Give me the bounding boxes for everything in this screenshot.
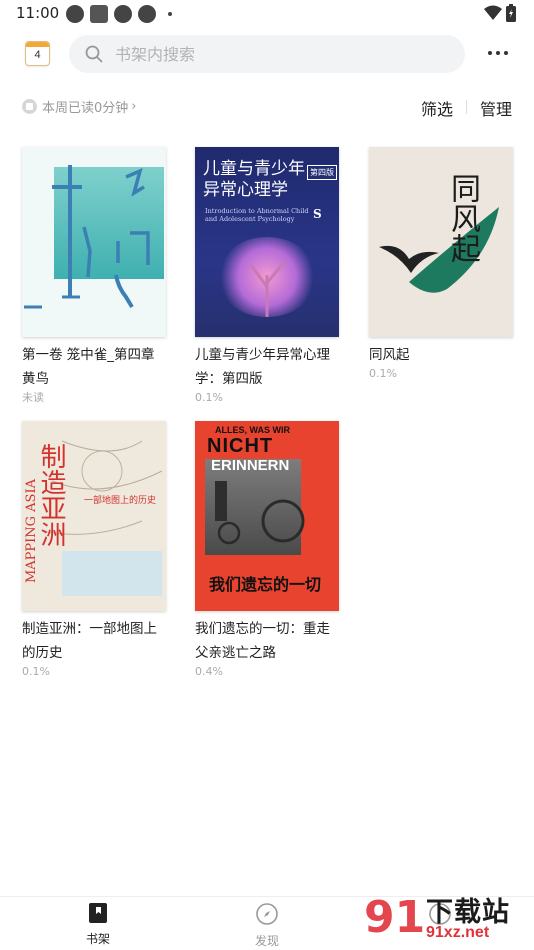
- more-notifications-icon: [168, 12, 172, 16]
- reading-badge-icon: [22, 98, 37, 114]
- book-progress: 0.1%: [195, 391, 223, 404]
- book-title: 制造亚洲：一部地图上的历史: [22, 621, 157, 661]
- divider: [466, 100, 467, 114]
- book-progress: 未读: [22, 391, 44, 404]
- filter-button[interactable]: 筛选: [421, 96, 453, 120]
- watermark-url: 91xz.net: [426, 924, 490, 941]
- book-progress: 0.1%: [369, 367, 397, 380]
- cover-german-3: ERINNERN: [211, 457, 290, 474]
- publisher-logo: S: [313, 207, 322, 221]
- book-item[interactable]: 同风起 同风起 0.1%: [369, 147, 513, 381]
- cover-art-strokes: [24, 165, 150, 309]
- book-progress: 0.4%: [195, 665, 223, 678]
- book-cover[interactable]: 同风起: [369, 147, 513, 337]
- cover-badge: 第四版: [307, 165, 337, 180]
- book-item[interactable]: ALLES, WAS WIR NICHT ERINNERN 我们遗忘的一切 我们…: [195, 421, 339, 679]
- book-cover[interactable]: [22, 147, 166, 337]
- more-dot-icon: [496, 51, 500, 55]
- search-icon: [85, 45, 103, 63]
- book-title: 儿童与青少年异常心理学：第四版: [195, 347, 330, 387]
- status-bar: 11:00: [0, 0, 534, 28]
- search-input[interactable]: [115, 35, 445, 73]
- cover-title: 我们遗忘的一切: [209, 575, 322, 594]
- cover-title-en: MAPPING ASIA: [24, 479, 39, 584]
- app-notification-icon: [90, 5, 108, 23]
- chevron-right-icon: ›: [131, 98, 137, 114]
- book-item[interactable]: 第一卷 笼中雀_第四章 黄鸟 未读: [22, 147, 166, 405]
- book-title: 我们遗忘的一切：重走父亲逃亡之路: [195, 621, 330, 661]
- compass-icon: [256, 903, 278, 925]
- cover-title: 同风起: [445, 173, 480, 263]
- checkin-calendar-icon[interactable]: 4: [25, 41, 50, 66]
- weekly-reading-text: 本周已读0分钟: [42, 100, 129, 116]
- tab-discover[interactable]: 发现: [227, 903, 307, 949]
- book-cover[interactable]: ALLES, WAS WIR NICHT ERINNERN 我们遗忘的一切: [195, 421, 339, 611]
- system-icons: [484, 4, 516, 22]
- book-title: 同风起: [369, 347, 410, 363]
- cover-subtitle: 一部地图上的历史: [84, 496, 157, 506]
- weekly-reading-link[interactable]: 本周已读0分钟 ›: [22, 96, 136, 116]
- app-notification-icon: [138, 5, 156, 23]
- cover-title: 制造亚洲: [36, 443, 66, 547]
- more-options-button[interactable]: [484, 43, 512, 63]
- tab-bookshelf[interactable]: 书架: [58, 903, 138, 947]
- calendar-day: 4: [34, 49, 41, 61]
- ink-brush-illustration: [379, 207, 499, 293]
- status-time: 11:00: [16, 4, 60, 22]
- cover-german-2: NICHT: [207, 435, 274, 457]
- book-item[interactable]: 儿童与青少年异常心理学 第四版 Introduction to Abnormal…: [195, 147, 339, 405]
- cover-german-1: ALLES, WAS WIR: [215, 425, 290, 435]
- more-dot-icon: [488, 51, 492, 55]
- watermark-mark: 91: [364, 892, 426, 943]
- tab-bookshelf-label: 书架: [85, 932, 110, 946]
- tab-discover-label: 发现: [254, 934, 279, 948]
- search-bar[interactable]: [69, 35, 465, 73]
- cover-subtitle-en: Introduction to Abnormal Child and Adole…: [205, 207, 309, 223]
- manage-button[interactable]: 管理: [480, 96, 512, 120]
- more-dot-icon: [504, 51, 508, 55]
- notification-icons: [66, 5, 172, 23]
- watermark-logo: 91 下载站 91xz.net: [360, 888, 534, 950]
- app-notification-icon: [114, 5, 132, 23]
- book-item[interactable]: 制造亚洲 MAPPING ASIA 一部地图上的历史 制造亚洲：一部地图上的历史…: [22, 421, 166, 679]
- battery-icon: [506, 4, 516, 22]
- book-progress: 0.1%: [22, 665, 50, 678]
- book-title: 第一卷 笼中雀_第四章 黄鸟: [22, 347, 155, 387]
- bookshelf-icon: [89, 903, 107, 923]
- app-notification-icon: [66, 5, 84, 23]
- wifi-icon: [484, 5, 502, 20]
- book-cover[interactable]: 儿童与青少年异常心理学 第四版 Introduction to Abnormal…: [195, 147, 339, 337]
- shelf-header: 4: [0, 33, 534, 75]
- cover-title: 儿童与青少年异常心理学: [203, 159, 305, 200]
- book-cover[interactable]: 制造亚洲 MAPPING ASIA 一部地图上的历史: [22, 421, 166, 611]
